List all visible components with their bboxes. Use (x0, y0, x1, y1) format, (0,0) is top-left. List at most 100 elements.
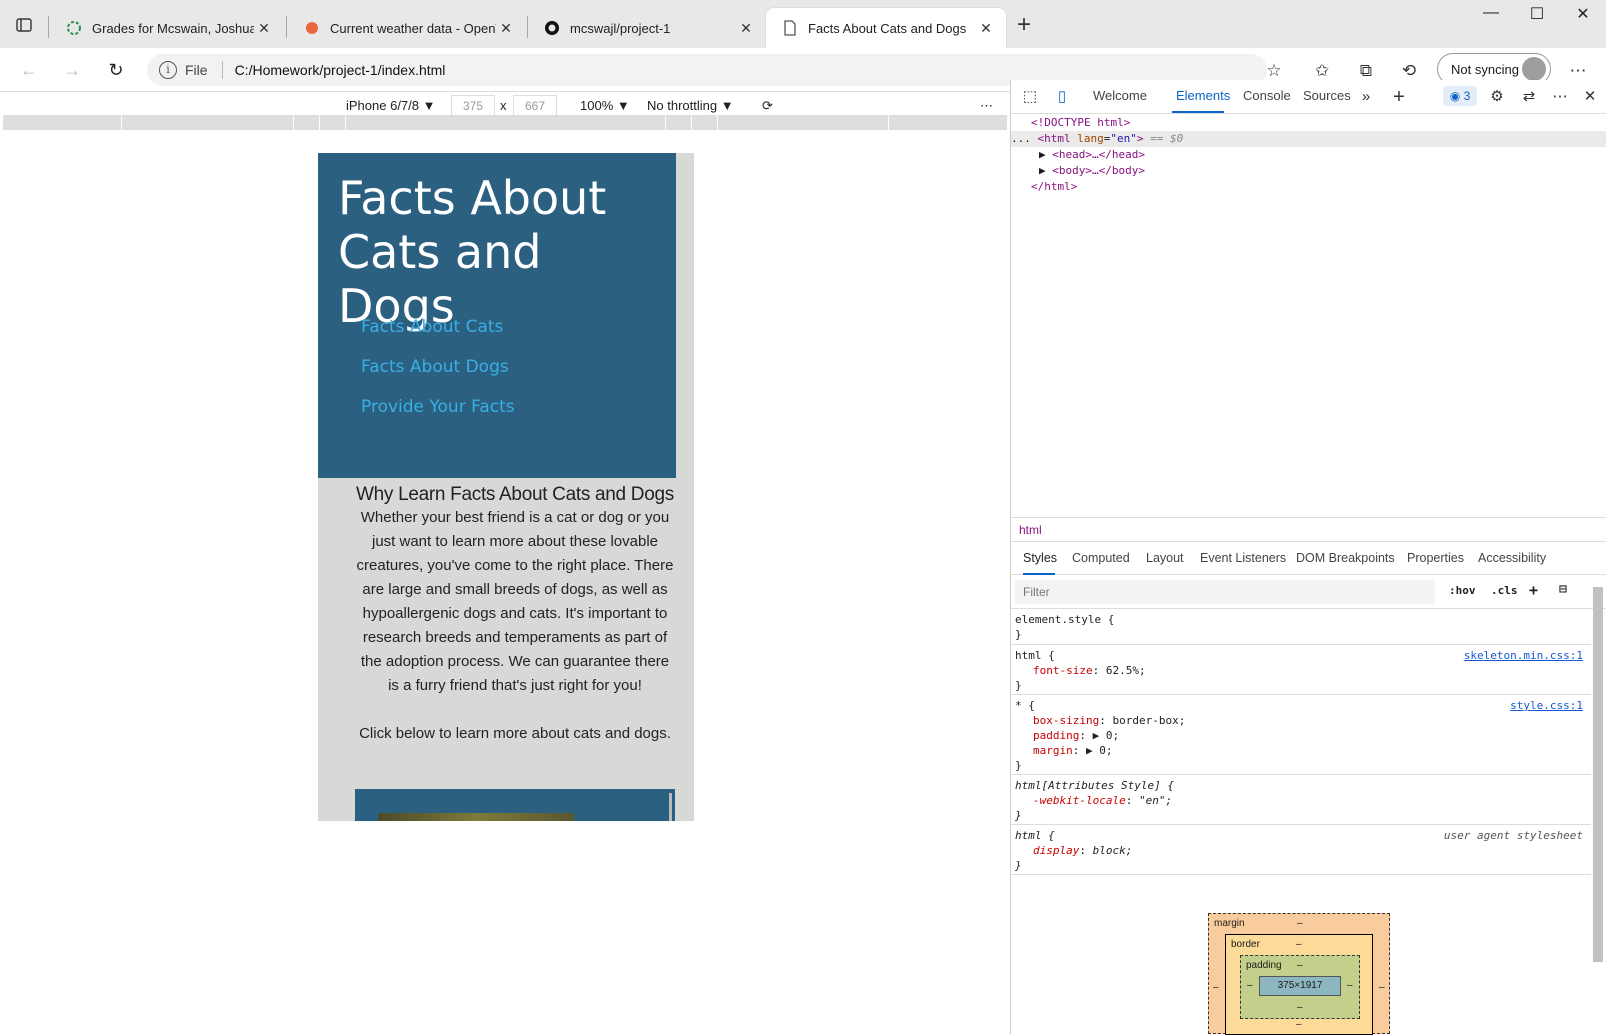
close-tab-icon[interactable]: ✕ (736, 20, 756, 37)
info-icon[interactable]: i (159, 61, 177, 79)
throttling-select[interactable]: No throttling ▼ (647, 98, 734, 113)
nav-link-cats[interactable]: Facts About Cats (361, 317, 503, 337)
rule-html-skeleton[interactable]: html { skeleton.min.css:1 font-size: 62.… (1011, 645, 1591, 695)
tab-weather[interactable]: Current weather data - OpenWea ✕ (288, 8, 526, 48)
tab-separator (286, 16, 287, 38)
tab-sources[interactable]: Sources (1303, 88, 1351, 103)
section-heading: Why Learn Facts About Cats and Dogs (356, 484, 674, 505)
tab-welcome[interactable]: Welcome (1093, 88, 1147, 103)
devtools-more-icon[interactable]: ⋯ (1549, 86, 1571, 108)
intro-section: Why Learn Facts About Cats and Dogs Whet… (355, 478, 675, 746)
subtab-accessibility[interactable]: Accessibility (1478, 551, 1546, 565)
feedback-icon[interactable]: ⇄ (1518, 86, 1540, 108)
address-scheme: File (185, 62, 208, 78)
styles-scrollbar[interactable] (1591, 573, 1605, 1034)
inspect-icon[interactable]: ⬚ (1019, 86, 1041, 108)
nav-link-provide[interactable]: Provide Your Facts (361, 397, 515, 417)
dom-tree: <!DOCTYPE html> ... <html lang="en"> == … (1011, 114, 1606, 520)
rule-element-style[interactable]: element.style { } (1011, 609, 1591, 645)
image-card[interactable] (355, 789, 675, 821)
tab-title: Grades for Mcswain, Joshua: Boo (92, 20, 254, 36)
device-more-icon[interactable]: ⋯ (980, 98, 993, 114)
dom-doctype[interactable]: <!DOCTYPE html> (1031, 115, 1130, 131)
back-icon[interactable]: ← (15, 56, 43, 84)
new-rule-icon[interactable]: + (1529, 581, 1538, 599)
subtab-event-listeners[interactable]: Event Listeners (1200, 551, 1286, 565)
height-input[interactable]: 667 (513, 95, 557, 117)
history-icon[interactable]: ⟲ (1397, 60, 1421, 82)
nav-link-dogs[interactable]: Facts About Dogs (361, 357, 509, 377)
subtab-dom-breakpoints[interactable]: DOM Breakpoints (1296, 551, 1395, 565)
breadcrumb[interactable]: html (1011, 517, 1606, 541)
tab-github[interactable]: mcswajl/project-1 ✕ (528, 8, 766, 48)
reload-icon[interactable]: ↻ (102, 56, 130, 84)
source-link[interactable]: style.css:1 (1510, 698, 1583, 713)
gear-icon[interactable]: ⚙ (1486, 86, 1508, 108)
box-model-border[interactable]: border – – padding – – – – 375×1917 (1225, 934, 1373, 1035)
avatar (1522, 57, 1546, 81)
close-window-icon[interactable]: ✕ (1560, 4, 1606, 28)
new-tab-button[interactable]: + (1010, 12, 1038, 40)
forward-icon[interactable]: → (58, 56, 86, 84)
add-favorite-icon[interactable]: ☆ (1262, 60, 1286, 82)
source-label: user agent stylesheet (1443, 829, 1583, 842)
zoom-select[interactable]: 100% ▼ (580, 98, 630, 113)
profile-label: Not syncing (1451, 61, 1519, 77)
file-icon (784, 20, 796, 36)
box-model-content[interactable]: 375×1917 (1259, 976, 1341, 996)
styles-subtabs: Styles Computed Layout Event Listeners D… (1011, 541, 1606, 575)
maximize-icon[interactable]: ☐ (1514, 4, 1560, 28)
address-url[interactable]: C:/Homework/project-1/index.html (235, 62, 446, 78)
tab-facts-active[interactable]: Facts About Cats and Dogs ✕ (766, 8, 1006, 48)
toggle-sidebar-icon[interactable]: ⊟ (1559, 582, 1567, 597)
dom-body-node[interactable]: ▶ <body>…</body> (1039, 163, 1145, 179)
emulated-page: Facts About Cats and Dogs Facts About Ca… (318, 153, 694, 821)
subtab-computed[interactable]: Computed (1072, 551, 1130, 565)
box-model-margin[interactable]: margin – – – border – – padding – – – – … (1208, 913, 1390, 1035)
styles-filter-input[interactable]: Filter (1015, 580, 1435, 604)
more-tabs-icon[interactable]: » (1355, 86, 1377, 108)
rule-user-agent[interactable]: html { user agent stylesheet display: bl… (1011, 825, 1591, 875)
box-model-padding[interactable]: padding – – – – 375×1917 (1240, 955, 1360, 1019)
tab-title: Current weather data - OpenWea (330, 20, 496, 36)
width-input[interactable]: 375 (451, 95, 495, 117)
cls-toggle[interactable]: .cls (1491, 584, 1518, 597)
rotate-icon[interactable]: ⟳ (762, 98, 773, 114)
tab-elements[interactable]: Elements (1176, 88, 1230, 103)
media-query-ruler[interactable] (3, 115, 1007, 130)
dom-html-node[interactable]: ... <html lang="en"> == $0 (1011, 131, 1606, 147)
subtab-properties[interactable]: Properties (1407, 551, 1464, 565)
tab-actions-icon[interactable] (12, 14, 36, 36)
device-toggle-icon[interactable]: ▯ (1051, 86, 1073, 108)
subtab-layout[interactable]: Layout (1146, 551, 1184, 565)
subtab-styles[interactable]: Styles (1023, 551, 1057, 565)
github-icon (545, 21, 559, 35)
close-tab-icon[interactable]: ✕ (976, 20, 996, 37)
page-scrollbar[interactable] (669, 793, 672, 821)
settings-more-icon[interactable]: ⋯ (1566, 60, 1590, 82)
favorites-icon[interactable]: ✩ (1310, 60, 1334, 82)
divider (221, 61, 223, 79)
close-tab-icon[interactable]: ✕ (496, 20, 516, 37)
tab-console[interactable]: Console (1243, 88, 1291, 103)
close-devtools-icon[interactable]: ✕ (1579, 86, 1601, 108)
close-tab-icon[interactable]: ✕ (254, 20, 274, 37)
source-link[interactable]: skeleton.min.css:1 (1464, 648, 1583, 663)
issues-badge[interactable]: ◉ 3 (1443, 86, 1477, 106)
minimize-icon[interactable]: — (1468, 4, 1514, 28)
tab-title: Facts About Cats and Dogs (808, 20, 967, 36)
active-tab-indicator (1172, 111, 1224, 113)
device-select[interactable]: iPhone 6/7/8 ▼ (346, 98, 436, 113)
tab-grades[interactable]: Grades for Mcswain, Joshua: Boo ✕ (50, 8, 284, 48)
scrollbar-thumb[interactable] (1593, 587, 1603, 962)
devtools-panel: ⬚ ▯ Welcome Elements Console Sources » +… (1010, 80, 1606, 1034)
rule-attributes-style[interactable]: html[Attributes Style] { -webkit-locale:… (1011, 775, 1591, 825)
tab-strip: Grades for Mcswain, Joshua: Boo ✕ Curren… (0, 0, 1606, 48)
collections-icon[interactable]: ⧉ (1354, 60, 1378, 82)
openweather-icon (306, 22, 318, 34)
dom-html-close[interactable]: </html> (1031, 179, 1077, 195)
dom-head-node[interactable]: ▶ <head>…</head> (1039, 147, 1145, 163)
rule-universal[interactable]: * { style.css:1 box-sizing: border-box; … (1011, 695, 1591, 775)
add-tab-icon[interactable]: + (1388, 86, 1410, 108)
hov-toggle[interactable]: :hov (1449, 584, 1476, 597)
